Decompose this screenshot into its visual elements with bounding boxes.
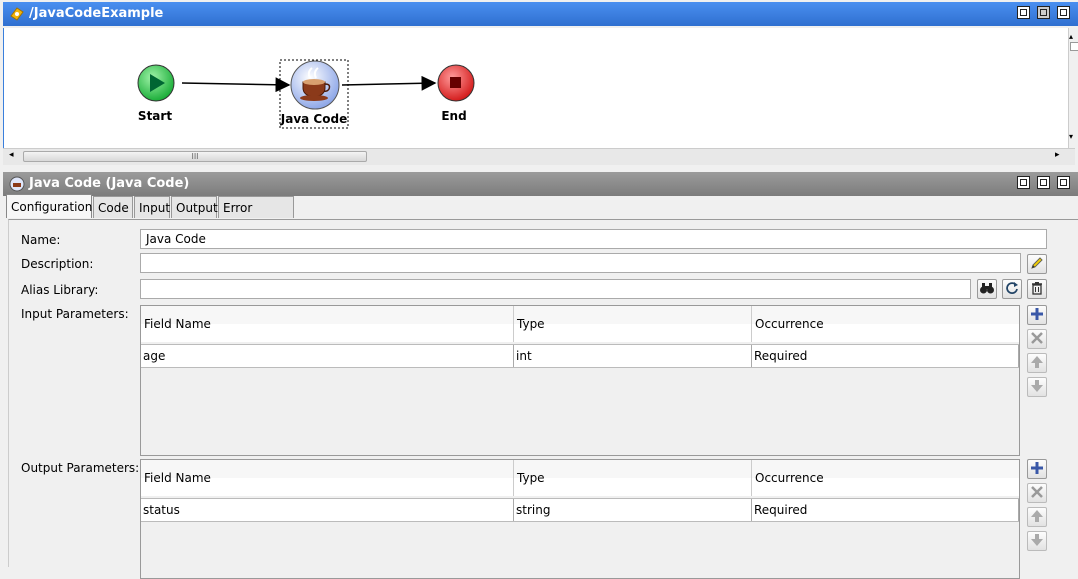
alias-library-label: Alias Library:: [21, 283, 99, 297]
plus-icon: [1031, 308, 1043, 320]
arrow-down-icon: [1031, 380, 1043, 392]
refresh-icon: [1006, 282, 1018, 294]
remove-output-parameter-button[interactable]: [1027, 483, 1047, 503]
description-field[interactable]: [140, 253, 1021, 273]
java-code-node-label: Java Code: [280, 112, 348, 126]
tab-error-output[interactable]: Error Output: [218, 196, 294, 237]
scroll-thumb-vertical[interactable]: [1070, 42, 1078, 51]
column-header-occurrence[interactable]: Occurrence: [752, 460, 1019, 496]
end-node[interactable]: [437, 64, 475, 102]
process-title: /JavaCodeExample: [29, 6, 164, 21]
process-titlebar: /JavaCodeExample: [3, 2, 1078, 26]
move-up-input-parameter-button[interactable]: [1027, 353, 1047, 373]
table-row[interactable]: status string Required: [141, 498, 1019, 522]
canvas-vertical-scrollbar[interactable]: ▴ ▾: [1068, 28, 1078, 148]
output-parameters-table[interactable]: Field Name Type Occurrence status string…: [140, 459, 1020, 579]
process-icon: [10, 7, 24, 21]
plus-icon: [1031, 462, 1043, 474]
edge-java-end[interactable]: [341, 75, 437, 91]
java-code-node[interactable]: [290, 60, 340, 110]
scroll-thumb-horizontal[interactable]: III: [23, 151, 367, 162]
edge-start-java[interactable]: [181, 77, 291, 93]
cell-field-name[interactable]: age: [141, 345, 514, 367]
java-code-icon: [9, 176, 25, 192]
binoculars-icon: [980, 283, 994, 294]
cell-occurrence[interactable]: Required: [752, 345, 1019, 367]
scroll-right-icon[interactable]: ▸: [1055, 150, 1060, 160]
end-node-label: End: [441, 109, 467, 123]
move-up-output-parameter-button[interactable]: [1027, 507, 1047, 527]
properties-minimize-button[interactable]: [1037, 176, 1050, 189]
maximize-button[interactable]: [1057, 6, 1070, 19]
edit-description-button[interactable]: [1027, 254, 1047, 274]
tab-configuration[interactable]: Configuration: [6, 194, 92, 218]
properties-titlebar: Java Code (Java Code): [3, 172, 1078, 196]
column-header-occurrence[interactable]: Occurrence: [752, 306, 1019, 342]
cell-type[interactable]: int: [514, 345, 752, 367]
add-input-parameter-button[interactable]: [1027, 305, 1047, 325]
name-label: Name:: [21, 233, 61, 247]
input-parameters-label: Input Parameters:: [21, 307, 129, 321]
tab-code[interactable]: Code: [93, 196, 133, 218]
tab-output[interactable]: Output: [171, 196, 218, 218]
properties-maximize-button[interactable]: [1057, 176, 1070, 189]
start-node[interactable]: [137, 64, 175, 102]
refresh-alias-button[interactable]: [1002, 279, 1022, 299]
table-header: Field Name Type Occurrence: [141, 306, 1019, 342]
move-down-output-parameter-button[interactable]: [1027, 531, 1047, 551]
column-header-type[interactable]: Type: [514, 306, 752, 342]
output-parameters-label: Output Parameters:: [21, 461, 140, 475]
canvas-horizontal-scrollbar[interactable]: ◂ III ▸: [3, 148, 1075, 165]
properties-detach-button[interactable]: [1017, 176, 1030, 189]
close-icon: [1031, 486, 1043, 498]
table-row[interactable]: age int Required: [141, 344, 1019, 368]
table-header: Field Name Type Occurrence: [141, 460, 1019, 496]
column-header-field-name[interactable]: Field Name: [141, 306, 514, 342]
scroll-down-icon[interactable]: ▾: [1069, 132, 1073, 141]
scroll-left-icon[interactable]: ◂: [9, 150, 14, 160]
flow-diagram: [137, 59, 475, 129]
properties-title: Java Code (Java Code): [29, 176, 190, 191]
browse-alias-button[interactable]: [977, 279, 997, 299]
cell-type[interactable]: string: [514, 499, 752, 521]
tab-input[interactable]: Input: [134, 196, 170, 218]
add-output-parameter-button[interactable]: [1027, 459, 1047, 479]
close-icon: [1031, 332, 1043, 344]
process-canvas[interactable]: Start Java Code End: [3, 28, 1076, 148]
delete-alias-button[interactable]: [1027, 279, 1047, 299]
column-header-type[interactable]: Type: [514, 460, 752, 496]
arrow-up-icon: [1031, 510, 1043, 522]
column-header-field-name[interactable]: Field Name: [141, 460, 514, 496]
pencil-icon: [1031, 257, 1043, 269]
description-label: Description:: [21, 257, 94, 271]
start-node-label: Start: [137, 109, 173, 123]
cell-occurrence[interactable]: Required: [752, 499, 1019, 521]
trash-icon: [1032, 282, 1042, 295]
arrow-down-icon: [1031, 534, 1043, 546]
arrow-up-icon: [1031, 356, 1043, 368]
cell-field-name[interactable]: status: [141, 499, 514, 521]
detach-button[interactable]: [1017, 6, 1030, 19]
restore-button[interactable]: [1037, 6, 1050, 19]
alias-library-field[interactable]: [140, 279, 971, 299]
scroll-up-icon[interactable]: ▴: [1069, 32, 1073, 41]
name-field[interactable]: Java Code: [140, 229, 1047, 249]
move-down-input-parameter-button[interactable]: [1027, 377, 1047, 397]
remove-input-parameter-button[interactable]: [1027, 329, 1047, 349]
input-parameters-table[interactable]: Field Name Type Occurrence age int Requi…: [140, 305, 1020, 456]
